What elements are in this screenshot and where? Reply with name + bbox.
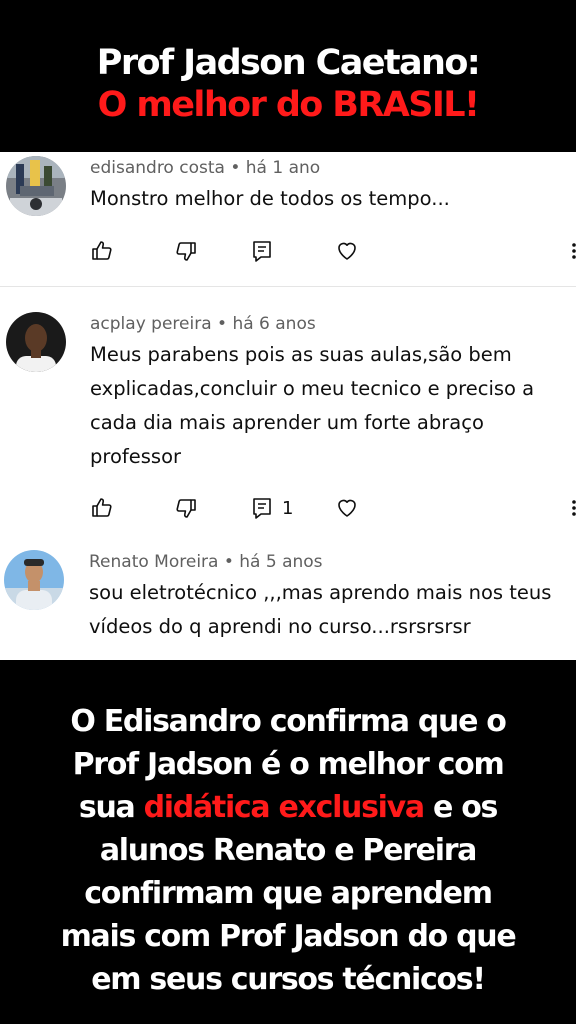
caption-line: confirmam que aprendem bbox=[84, 876, 493, 911]
comment-text: Monstro melhor de todos os tempo... bbox=[90, 187, 450, 210]
bottom-caption: O Edisandro confirma que o Prof Jadson é… bbox=[0, 660, 576, 1024]
reply-button[interactable] bbox=[250, 236, 274, 266]
banner-subtitle: O melhor do BRASIL! bbox=[97, 85, 480, 125]
avatar[interactable] bbox=[6, 156, 66, 216]
comment-author-meta: edisandro costa • há 1 ano bbox=[90, 158, 321, 178]
avatar[interactable] bbox=[6, 312, 66, 372]
heart-icon bbox=[338, 499, 356, 517]
reply-count: 1 bbox=[282, 497, 294, 519]
reply-button[interactable]: 1 bbox=[250, 493, 293, 523]
comment-text: Meus parabens pois as suas aulas,são bem… bbox=[90, 343, 535, 468]
caption-segment: sua bbox=[78, 790, 144, 825]
top-banner: Prof Jadson Caetano: O melhor do BRASIL! bbox=[0, 0, 576, 152]
comment-actions bbox=[0, 236, 576, 266]
caption-highlight: didática exclusiva bbox=[143, 790, 426, 825]
comment-actions: 1 bbox=[0, 493, 576, 523]
caption-line: mais com Prof Jadson do que bbox=[60, 919, 517, 954]
comment-item: Renato Moreira • há 5 anos sou eletrotéc… bbox=[0, 542, 576, 660]
more-vertical-icon[interactable] bbox=[568, 236, 576, 266]
caption-line: Prof Jadson é o melhor com bbox=[72, 747, 505, 782]
caption-line: alunos Renato e Pereira bbox=[99, 833, 478, 868]
caption-segment: e os bbox=[423, 790, 498, 825]
dislike-button[interactable] bbox=[174, 236, 198, 266]
thumbs-up-icon bbox=[92, 498, 112, 517]
banner-title: Prof Jadson Caetano: bbox=[96, 43, 481, 83]
caption-line: em seus cursos técnicos! bbox=[91, 962, 486, 997]
heart-icon bbox=[338, 242, 356, 260]
caption-line: O Edisandro confirma que o bbox=[70, 704, 507, 739]
reply-comment-icon bbox=[253, 241, 271, 262]
comment-text: sou eletrotécnico ,,,mas aprendo mais no… bbox=[89, 581, 552, 638]
dislike-button[interactable] bbox=[174, 493, 198, 523]
thumbs-down-icon bbox=[176, 242, 196, 261]
thumbs-down-icon bbox=[176, 499, 196, 518]
heart-button[interactable] bbox=[335, 493, 359, 523]
like-button[interactable] bbox=[90, 236, 114, 266]
more-vertical-icon[interactable] bbox=[568, 493, 576, 523]
like-button[interactable] bbox=[90, 493, 114, 523]
avatar[interactable] bbox=[4, 550, 64, 610]
comment-author-meta: Renato Moreira • há 5 anos bbox=[89, 552, 323, 572]
heart-button[interactable] bbox=[335, 236, 359, 266]
reply-comment-icon bbox=[253, 498, 271, 519]
thumbs-up-icon bbox=[92, 241, 112, 260]
comment-author-meta: acplay pereira • há 6 anos bbox=[90, 314, 316, 334]
comments-section: edisandro costa • há 1 ano Monstro melho… bbox=[0, 152, 576, 660]
comment-item: acplay pereira • há 6 anos Meus parabens… bbox=[0, 287, 576, 527]
caption-line: sua didática exclusiva e os bbox=[0, 786, 576, 829]
